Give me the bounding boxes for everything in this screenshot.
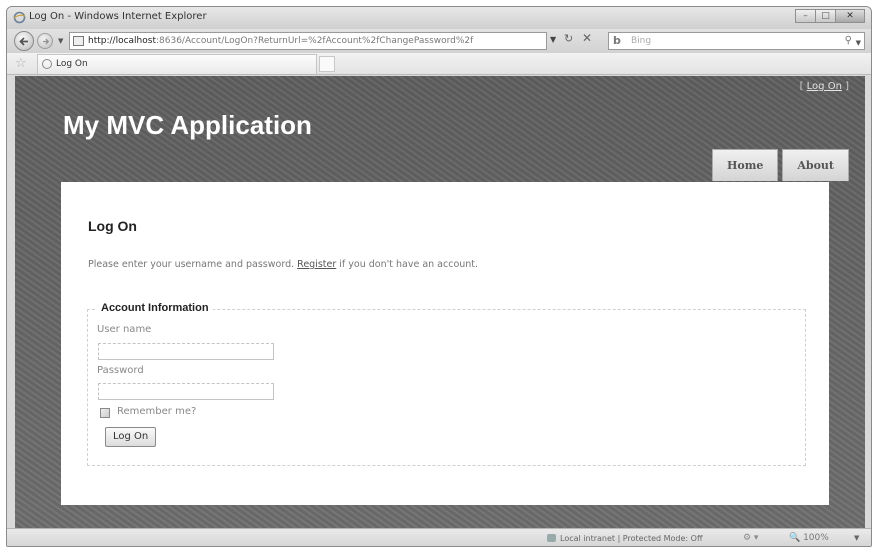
back-button[interactable] — [14, 31, 34, 51]
address-bar[interactable]: http://localhost:8636/Account/LogOn?Retu… — [69, 32, 547, 50]
page-icon — [73, 36, 84, 46]
remember-me-label: Remember me? — [117, 406, 197, 417]
tab-bar: ☆ Log On — [7, 53, 871, 75]
address-dropdown-icon[interactable]: ▼ — [550, 35, 556, 44]
forward-arrow-icon — [43, 38, 50, 45]
bing-provider-icon: b — [613, 34, 621, 47]
account-information-fieldset: Account Information User name Password R… — [87, 302, 806, 466]
security-zone[interactable]: Local intranet | Protected Mode: Off — [547, 534, 702, 543]
instructions-before: Please enter your username and password. — [88, 259, 298, 270]
password-field[interactable] — [98, 383, 274, 400]
login-bracket-close: ] — [841, 81, 849, 92]
zone-text: Local intranet | Protected Mode: Off — [560, 534, 703, 543]
close-button[interactable]: ✕ — [835, 9, 865, 23]
zoom-level[interactable]: 🔍 100% — [789, 533, 829, 543]
tab-log-on[interactable]: Log On — [37, 54, 317, 74]
window-title: Log On - Windows Internet Explorer — [29, 11, 207, 22]
page-title: Log On — [88, 218, 137, 234]
register-link[interactable]: Register — [297, 259, 336, 270]
menu-about-tab[interactable]: About — [782, 149, 849, 181]
forward-button[interactable] — [37, 33, 53, 49]
back-arrow-icon — [19, 37, 28, 46]
login-display: [ Log On ] — [800, 81, 849, 92]
window-controls: – □ ✕ — [795, 9, 865, 25]
fieldset-legend: Account Information — [97, 302, 213, 314]
remember-me-checkbox[interactable] — [100, 408, 110, 418]
instructions-text: Please enter your username and password.… — [88, 259, 478, 270]
site-menu: Home About — [708, 149, 849, 181]
search-placeholder: Bing — [631, 36, 652, 46]
main-content: Log On Please enter your username and pa… — [61, 182, 829, 505]
username-label: User name — [97, 324, 152, 335]
history-dropdown-icon[interactable]: ▼ — [58, 37, 63, 45]
zoom-dropdown-icon[interactable]: ▼ — [854, 534, 859, 542]
status-bar: Local intranet | Protected Mode: Off ⚙ ▾… — [7, 528, 871, 546]
log-on-link[interactable]: Log On — [807, 81, 842, 92]
menu-home-tab[interactable]: Home — [711, 149, 779, 181]
title-bar: Log On - Windows Internet Explorer – □ ✕ — [7, 7, 871, 29]
page-viewport: [ Log On ] My MVC Application Home About… — [15, 76, 865, 528]
url-path: :8636/Account/LogOn?ReturnUrl=%2fAccount… — [155, 36, 474, 46]
browser-window: Log On - Windows Internet Explorer – □ ✕… — [6, 6, 872, 547]
password-label: Password — [97, 365, 144, 376]
username-field[interactable] — [98, 343, 274, 360]
stop-icon[interactable]: ✕ — [582, 31, 592, 45]
zoom-value: 100% — [803, 533, 829, 543]
instructions-after: if you don't have an account. — [336, 259, 479, 270]
refresh-icon[interactable]: ↻ — [564, 32, 573, 45]
search-icon[interactable]: ⚲ — [845, 33, 852, 49]
log-on-submit-button[interactable]: Log On — [105, 427, 157, 447]
url-host: http://localhost — [88, 36, 156, 46]
tab-label: Log On — [56, 59, 88, 69]
search-dropdown-icon[interactable]: ▼ — [856, 35, 861, 51]
site-title: My MVC Application — [63, 110, 312, 140]
favorites-star-icon[interactable]: ☆ — [15, 56, 27, 71]
intranet-zone-icon — [547, 534, 556, 542]
minimize-button[interactable]: – — [795, 9, 816, 23]
login-bracket-open: [ — [799, 81, 807, 92]
tab-page-icon — [42, 59, 52, 69]
search-input[interactable]: b Bing ⚲ ▼ — [608, 32, 865, 50]
new-tab-button[interactable] — [319, 56, 335, 72]
maximize-button[interactable]: □ — [815, 9, 836, 23]
navigation-bar: ▼ http://localhost:8636/Account/LogOn?Re… — [7, 29, 871, 53]
protected-mode-tools-icon[interactable]: ⚙ ▾ — [743, 533, 758, 543]
ie-icon — [13, 11, 26, 24]
